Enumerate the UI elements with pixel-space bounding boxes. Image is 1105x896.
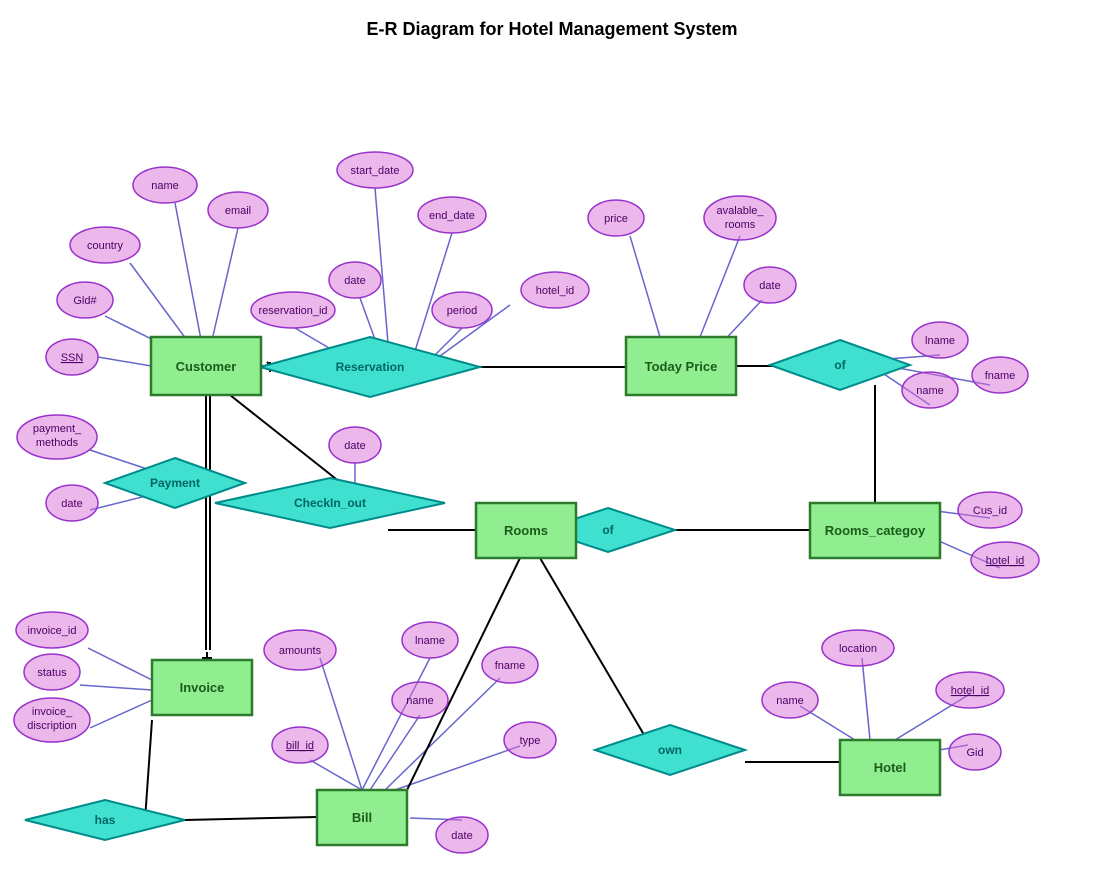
attr-availrooms-label2: rooms: [725, 219, 756, 231]
attr-reservid-label: reservation_id: [258, 305, 327, 317]
attr-hotelid2-label: hotel_id: [986, 555, 1025, 567]
diagram-title: E-R Diagram for Hotel Management System: [366, 19, 737, 39]
attr-cusid-label: Cus_id: [973, 505, 1007, 517]
attr-billid-label: bill_id: [286, 740, 314, 752]
attr-paymethods-label2: methods: [36, 437, 79, 449]
of1-label: of: [834, 358, 846, 372]
attr-availrooms: [704, 196, 776, 240]
attr-date3-label: date: [61, 498, 82, 510]
attr-date5-label: date: [451, 830, 472, 842]
attr-lname2-label: lname: [415, 635, 445, 647]
attr-name3-label: name: [406, 695, 434, 707]
attr-gid2-label: Gid: [966, 747, 983, 759]
todayprice-label: Today Price: [645, 359, 718, 374]
attr-fname1-label: fname: [985, 370, 1016, 382]
attr-paymethods-label: payment_: [33, 423, 82, 435]
invoice-label: Invoice: [180, 680, 225, 695]
hotel-label: Hotel: [874, 760, 907, 775]
attr-name4-label: name: [776, 695, 804, 707]
attr-country-label: country: [87, 240, 124, 252]
attr-type-label: type: [520, 735, 541, 747]
attr-startdate-label: start_date: [351, 165, 400, 177]
er-diagram: E-R Diagram for Hotel Management System: [0, 0, 1105, 891]
attr-gld-label: Gld#: [73, 295, 97, 307]
attr-email-label: email: [225, 205, 251, 217]
attr-date2-label: date: [759, 280, 780, 292]
attr-amounts-label: amounts: [279, 645, 322, 657]
bill-label: Bill: [352, 810, 372, 825]
attr-hotelid1-label: hotel_id: [536, 285, 575, 297]
payment-label: Payment: [150, 476, 200, 490]
attr-lname1-label: lname: [925, 335, 955, 347]
attr-location-label: location: [839, 643, 877, 655]
attr-name2-label: name: [916, 385, 944, 397]
attr-ssn-label: SSN: [61, 352, 84, 364]
checkinout-label: CheckIn_out: [294, 496, 366, 510]
reservation-label: Reservation: [336, 360, 405, 374]
of2-label: of: [602, 523, 614, 537]
attr-period-label: period: [447, 305, 478, 317]
attr-status-label: status: [37, 667, 67, 679]
attr-name1-label: name: [151, 180, 179, 192]
has-label: has: [95, 813, 116, 827]
attr-invoicedisc-label: invoice_: [32, 706, 73, 718]
attr-invoicedisc-label2: discription: [27, 720, 77, 732]
attr-date4-label: date: [344, 440, 365, 452]
attr-date1-label: date: [344, 275, 365, 287]
attr-price-label: price: [604, 213, 628, 225]
customer-label: Customer: [176, 359, 237, 374]
own-label: own: [658, 743, 682, 757]
attr-fname2-label: fname: [495, 660, 526, 672]
attr-availrooms-label: avalable_: [716, 205, 764, 217]
roomscategoy-label: Rooms_categoy: [825, 523, 926, 538]
attr-hotelid3-label: hotel_id: [951, 685, 990, 697]
rooms-label: Rooms: [504, 523, 548, 538]
attr-invoiceid-label: invoice_id: [28, 625, 77, 637]
attr-enddate-label: end_date: [429, 210, 475, 222]
